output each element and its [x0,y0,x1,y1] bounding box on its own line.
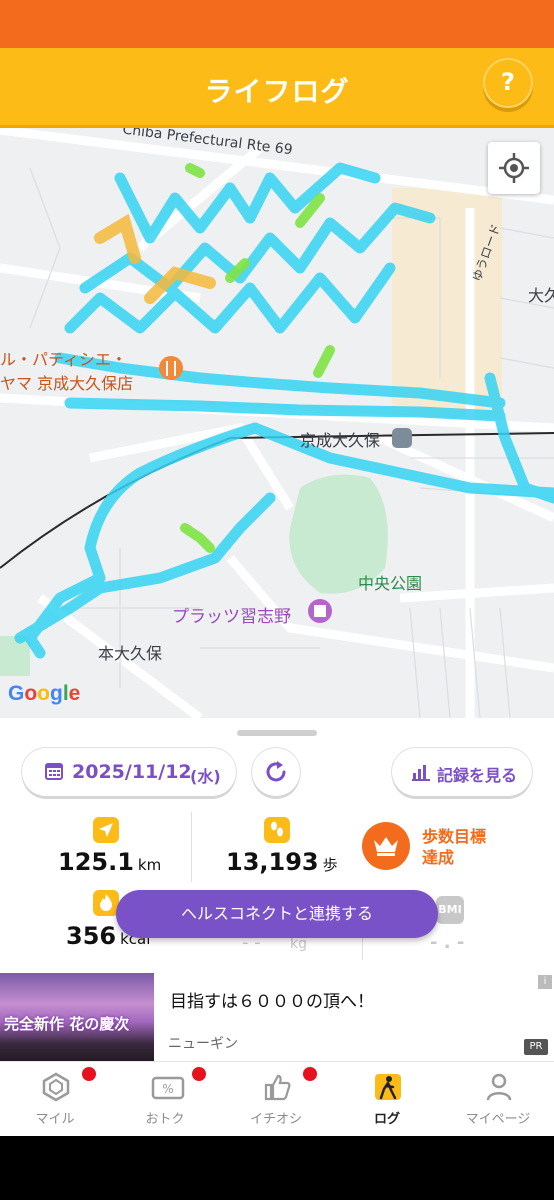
tab-badge [303,1067,317,1081]
thumbs-up-icon [264,1074,291,1101]
map-label-plats: プラッツ習志野 [172,607,291,627]
google-logo-letter: o [24,682,38,705]
green-area [0,636,30,676]
ad-title[interactable]: 目指すは６０００の頂へ！ [170,987,374,1012]
ad-banner[interactable]: 完全新作 花の慶次 目指すは６０００の頂へ！ ニューギン PR i [0,973,554,1061]
tab-log[interactable]: ログ [332,1062,442,1137]
system-nav-bar [0,1136,554,1200]
goal-line-1: 歩数目標 [422,827,487,846]
weight-unit: kg [290,936,307,952]
bar-chart-icon [412,765,430,781]
google-logo-letter: o [37,682,50,705]
google-logo-letter: G [8,682,25,705]
svg-text:%: % [162,1082,173,1096]
page-title: ライフログ [204,75,350,108]
restaurant-marker-icon[interactable] [159,356,183,380]
refresh-icon [266,761,286,782]
map-label-honokubo: 本大久保 [98,644,163,663]
date-picker-button[interactable]: 2025/11/12 (水) [22,748,236,796]
crown-icon [362,822,410,870]
ad-image-text: 完全新作 花の慶次 [4,1015,130,1033]
map-label-station: 京成大久保 [300,431,381,450]
health-connect-button[interactable]: ヘルスコネクトと連携する [116,890,438,938]
walking-icon [375,1074,401,1100]
my-location-button[interactable] [488,142,540,194]
calories-value: 356 [66,922,117,950]
google-logo-letter: g [50,682,63,705]
station-marker-icon[interactable] [392,428,412,448]
help-button[interactable]: ? [483,58,533,108]
tab-otoku[interactable]: % おトク [110,1062,220,1137]
view-records-button[interactable]: 記録を見る [392,748,532,796]
google-logo-letter: e [68,682,81,705]
tab-badge [82,1067,96,1081]
tab-mile[interactable]: マイル [0,1062,110,1137]
tab-label: おトク [145,1112,185,1127]
bottom-tab-bar: マイル % おトク イチオシ ログ マイページ [0,1061,554,1136]
person-icon [486,1073,512,1101]
status-bar [0,0,554,48]
ad-pr-badge: PR [524,1039,548,1055]
mile-hexagon-icon [42,1072,70,1102]
commercial-area [392,188,502,418]
view-records-label: 記録を見る [437,766,518,785]
date-text: 2025/11/12 [72,761,192,783]
distance-icon [93,817,119,843]
map-view[interactable]: Chiba Prefectural Rte 69 ゆうロード 大久 ル・パティシ… [0,128,554,718]
roads [0,128,554,718]
tab-label: ログ [373,1112,400,1127]
footsteps-icon [264,817,290,843]
ad-image[interactable]: 完全新作 花の慶次 [0,973,154,1061]
calendar-icon [45,763,63,780]
google-logo: Google [8,682,80,706]
day-of-week: (水) [190,767,221,786]
refresh-button[interactable] [252,748,300,796]
goal-line-2: 達成 [422,848,455,867]
steps-unit: 歩 [322,856,338,874]
map-canvas [0,128,554,718]
shopping-glyph [314,605,326,617]
steps-value: 13,193 [226,848,319,876]
stats-panel: 2025/11/12 (水) 記録を見る 125.1 km 13,193 歩 歩… [0,718,554,973]
distance-unit: km [137,856,162,874]
tab-badge [192,1067,206,1081]
drag-handle[interactable] [237,730,317,736]
tab-ichioshi[interactable]: イチオシ [221,1062,331,1137]
distance-value: 125.1 [58,848,134,876]
bmi-value: - . - [430,932,465,953]
stat-divider [191,812,192,882]
coupon-icon: % [151,1076,185,1100]
tab-label: マイル [35,1112,75,1127]
tab-mypage[interactable]: マイページ [443,1062,553,1137]
step-goal-status: 歩数目標 達成 [422,826,512,868]
app-header: ライフログ ? [0,48,554,128]
tab-label: マイページ [465,1112,531,1127]
tab-label: イチオシ [249,1112,302,1127]
crosshair-icon [499,153,529,183]
map-label-patisserie-1: ル・パティシエ・ [0,350,128,369]
map-label-okubo: 大久 [528,286,554,305]
ad-sponsor: ニューギン [168,1036,238,1052]
app-root: ライフログ ? Chiba Prefectural Rte 69 ゆうロード 大… [0,0,554,1200]
distance-stat: 125.1 km [58,848,161,876]
bmi-icon: BMI [436,896,464,924]
map-label-patisserie-2: ヤマ 京成大久保店 [0,374,134,393]
ad-info-icon[interactable]: i [538,975,552,989]
steps-stat: 13,193 歩 [226,848,338,876]
map-label-park: 中央公園 [358,574,423,593]
